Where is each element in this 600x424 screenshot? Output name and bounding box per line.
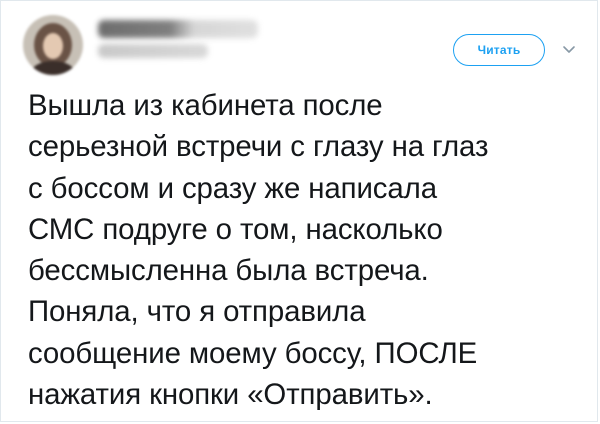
- tweet-line: Поняла, что я отправила: [28, 295, 366, 329]
- tweet-line: с боссом и сразу же написала: [28, 171, 437, 205]
- follow-button-label: Читать: [477, 43, 521, 57]
- tweet-line: Вышла из кабинета после: [28, 89, 383, 122]
- tweet-line: СМС подруге о том, насколько: [28, 212, 443, 246]
- tweet-line: нажатия кнопки «Отправить».: [28, 378, 433, 412]
- avatar[interactable]: [23, 15, 83, 75]
- chevron-down-icon[interactable]: [559, 39, 579, 59]
- tweet-line: серьезной встречи с глазу на глаз: [28, 130, 489, 164]
- avatar-image: [23, 15, 83, 75]
- follow-button[interactable]: Читать: [453, 34, 545, 66]
- tweet-text: Вышла из кабинета после серьезной встречи…: [28, 85, 588, 415]
- tweet-line: бессмысленна была встреча.: [28, 254, 429, 288]
- tweet-card: Читать Вышла из кабинета после серьезной …: [0, 0, 598, 422]
- author-name-blurred[interactable]: [98, 20, 258, 38]
- author-handle-blurred[interactable]: [98, 44, 208, 58]
- tweet-line: сообщение моему боссу, ПОСЛЕ: [28, 336, 478, 370]
